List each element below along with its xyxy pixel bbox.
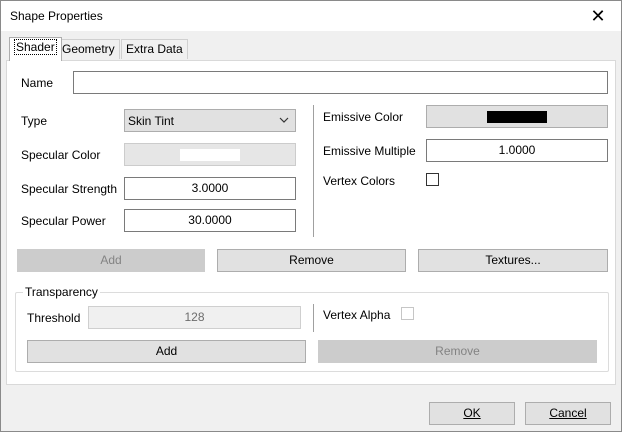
shape-properties-dialog: Shape Properties ✕ Shader Geometry Extra…: [0, 0, 622, 432]
vertex-alpha-checkbox[interactable]: [401, 307, 414, 320]
threshold-label: Threshold: [27, 311, 81, 325]
vertex-colors-label: Vertex Colors: [323, 174, 396, 188]
type-select[interactable]: Skin Tint: [124, 109, 296, 132]
type-label: Type: [21, 114, 48, 128]
emissive-color-button[interactable]: [426, 105, 608, 128]
ok-button[interactable]: OK: [429, 402, 515, 425]
emissive-multiple-input[interactable]: 1.0000: [426, 139, 608, 162]
transparency-group-title: Transparency: [23, 285, 100, 299]
tab-extra-data[interactable]: Extra Data: [121, 39, 188, 59]
tab-geometry-label: Geometry: [62, 42, 115, 56]
specular-color-label: Specular Color: [21, 148, 101, 162]
close-icon: ✕: [590, 6, 606, 26]
specular-color-button[interactable]: [124, 143, 296, 166]
name-label: Name: [21, 76, 54, 90]
tab-geometry[interactable]: Geometry: [57, 39, 120, 59]
transparency-separator: [313, 304, 314, 332]
tab-strip: Shader Geometry Extra Data: [1, 31, 621, 61]
specular-color-swatch: [180, 149, 240, 161]
cancel-button[interactable]: Cancel: [525, 402, 611, 425]
cancel-button-label: Cancel: [549, 406, 587, 420]
tab-shader[interactable]: Shader: [9, 37, 62, 61]
specular-strength-label: Specular Strength: [21, 182, 118, 196]
emissive-color-label: Emissive Color: [323, 110, 404, 124]
shader-panel: Name Type Skin Tint Specular Color Specu…: [6, 60, 616, 385]
remove-shader-button[interactable]: Remove: [217, 249, 406, 272]
ok-button-label: OK: [463, 406, 481, 420]
add-shader-button[interactable]: Add: [17, 249, 205, 272]
specular-power-label: Specular Power: [21, 214, 106, 228]
name-input[interactable]: [73, 71, 608, 94]
emissive-multiple-label: Emissive Multiple: [323, 144, 416, 158]
tab-extra-data-label: Extra Data: [126, 42, 183, 56]
close-button[interactable]: ✕: [575, 1, 621, 31]
vertex-alpha-label: Vertex Alpha: [323, 308, 391, 322]
emissive-color-swatch: [487, 111, 547, 123]
title-bar: Shape Properties ✕: [1, 1, 621, 31]
column-separator: [313, 105, 314, 237]
threshold-input[interactable]: 128: [88, 306, 301, 329]
vertex-colors-checkbox[interactable]: [426, 173, 439, 186]
textures-button[interactable]: Textures...: [418, 249, 608, 272]
tab-shader-label: Shader: [14, 39, 57, 55]
remove-transparency-button[interactable]: Remove: [318, 340, 597, 363]
window-title: Shape Properties: [10, 9, 103, 23]
specular-strength-input[interactable]: 3.0000: [124, 177, 296, 200]
specular-power-input[interactable]: 30.0000: [124, 209, 296, 232]
add-transparency-button[interactable]: Add: [27, 340, 306, 363]
chevron-down-icon: [279, 117, 289, 123]
type-select-value: Skin Tint: [128, 114, 175, 128]
